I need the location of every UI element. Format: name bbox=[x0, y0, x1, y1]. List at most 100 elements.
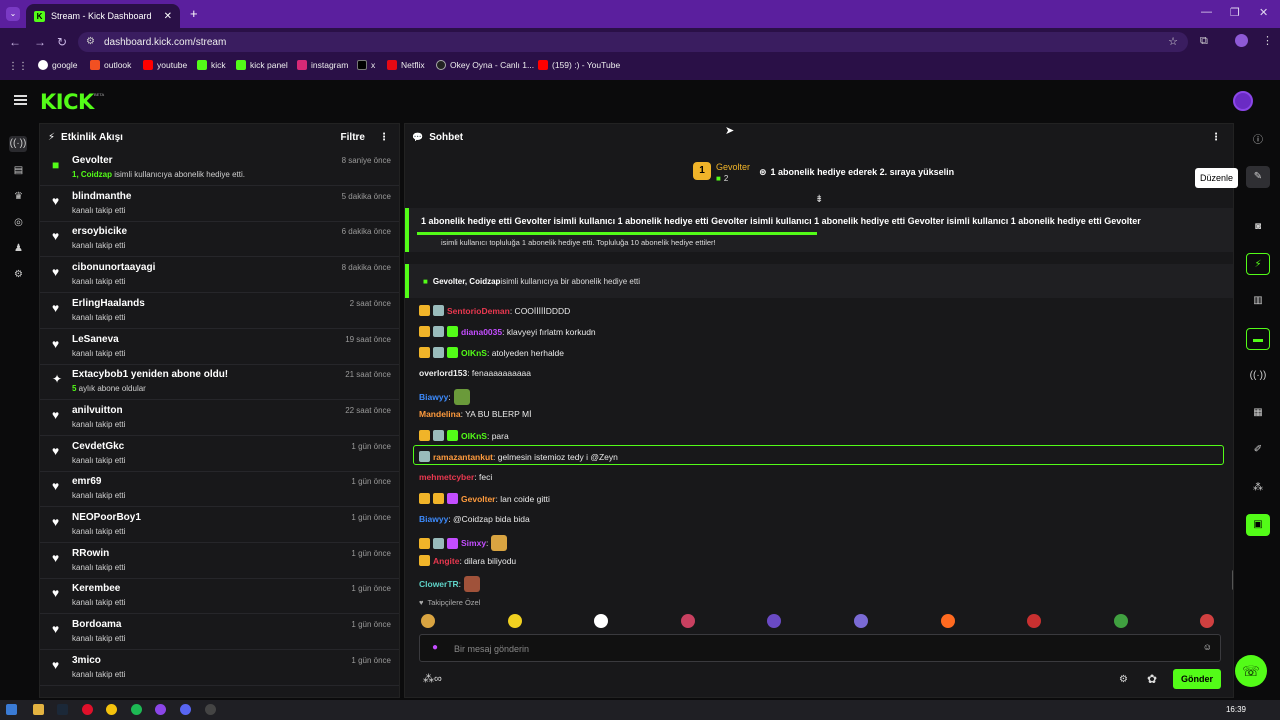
bookmark-google[interactable]: google bbox=[38, 60, 78, 70]
chat-scrollbar[interactable] bbox=[1232, 570, 1233, 590]
bookmark-x[interactable]: x bbox=[357, 60, 375, 70]
chat-username[interactable]: mehmetcyber bbox=[419, 472, 474, 482]
emote-button[interactable] bbox=[1027, 614, 1042, 628]
bookmark-instagram[interactable]: instagram bbox=[297, 60, 348, 70]
extensions-icon[interactable]: ⧉ bbox=[1200, 35, 1208, 48]
trophy-nav-icon[interactable]: ♛ bbox=[12, 190, 25, 203]
tools-icon[interactable]: ✐ bbox=[1246, 439, 1270, 461]
chat-menu-icon[interactable]: ⋮ bbox=[1211, 132, 1221, 143]
feed-item[interactable]: ♥ ersoybicike kanalı takip etti 6 dakika ön… bbox=[40, 221, 399, 258]
bookmark-star-icon[interactable]: ☆ bbox=[1168, 35, 1178, 48]
feed-item[interactable]: ♥ anilvuitton kanalı takip etti 22 saat önc… bbox=[40, 400, 399, 436]
feed-item[interactable]: ♥ cibonunortaayagi kanalı takip etti 8 daki… bbox=[40, 257, 399, 294]
app-icon[interactable] bbox=[205, 704, 216, 715]
bookmark-youtube-2[interactable]: (159) :) - YouTube bbox=[538, 60, 620, 70]
restore-icon[interactable]: ❐ bbox=[1230, 6, 1240, 19]
chat-message[interactable]: ClowerTR: bbox=[419, 576, 481, 592]
new-tab-icon[interactable]: + bbox=[190, 6, 198, 21]
hamburger-menu-icon[interactable] bbox=[14, 95, 27, 105]
send-button[interactable]: Gönder bbox=[1173, 669, 1221, 689]
chat-username[interactable]: Simxy bbox=[461, 538, 486, 548]
chrome-active-icon[interactable] bbox=[155, 704, 166, 715]
filter-button[interactable]: Filtre bbox=[341, 132, 365, 143]
chat-username[interactable]: Biawyy bbox=[419, 514, 448, 524]
feed-item[interactable]: ♥ ErlingHaalands kanalı takip etti 2 saat ö… bbox=[40, 293, 399, 329]
tab-close-icon[interactable]: ✕ bbox=[164, 11, 172, 22]
leader-name[interactable]: Gevolter bbox=[716, 162, 750, 172]
chat-message[interactable]: overlord153: fenaaaaaaaaaa bbox=[419, 368, 531, 378]
discord-icon[interactable] bbox=[180, 704, 191, 715]
bookmark-outlook[interactable]: outlook bbox=[90, 60, 131, 70]
info-icon[interactable]: ⓘ bbox=[1246, 130, 1270, 152]
feed-menu-icon[interactable]: ⋮ bbox=[379, 132, 389, 143]
gift-sub-icon[interactable]: ✿ bbox=[1147, 672, 1157, 686]
chat-toggle-icon[interactable]: ▬ bbox=[1246, 328, 1270, 350]
chrome-icon[interactable] bbox=[106, 704, 117, 715]
user-avatar[interactable] bbox=[1233, 91, 1253, 111]
chat-message[interactable]: Biawyy: @Coidzap bida bida bbox=[419, 514, 530, 524]
clapper-icon[interactable]: ▣ bbox=[1246, 514, 1270, 536]
feed-item[interactable]: ♥ RRowin kanalı takip etti 1 gün önce bbox=[40, 543, 399, 579]
bookmark-netflix[interactable]: Netflix bbox=[387, 60, 425, 70]
spotify-icon[interactable] bbox=[131, 704, 142, 715]
chat-username[interactable]: Angite bbox=[433, 556, 459, 566]
feed-item[interactable]: ✦ Extacybob1 yeniden abone oldu! 5 aylık a… bbox=[40, 364, 399, 401]
feed-item[interactable]: ♥ blindmanthe kanalı takip etti 5 dakika ön… bbox=[40, 186, 399, 222]
feed-item[interactable]: ♥ NEOPoorBoy1 kanalı takip etti 1 gün önce bbox=[40, 507, 399, 543]
chat-username[interactable]: SentorioDeman bbox=[447, 306, 510, 316]
chat-username[interactable]: ClowerTR bbox=[419, 579, 459, 589]
chat-message[interactable]: Simxy: bbox=[419, 535, 508, 551]
bookmark-youtube[interactable]: youtube bbox=[143, 60, 187, 70]
apps-icon[interactable]: ⋮⋮ bbox=[8, 61, 28, 72]
chat-settings-icon[interactable]: ⚙ bbox=[1119, 674, 1128, 685]
chat-message[interactable]: SentorioDeman: COOİİİİİDDDD bbox=[419, 305, 570, 316]
dashboard-nav-icon[interactable]: ▤ bbox=[12, 164, 25, 177]
browser-tab[interactable]: K Stream - Kick Dashboard ✕ bbox=[26, 4, 180, 28]
chat-username[interactable]: Mandelina bbox=[419, 409, 461, 419]
settings-nav-icon[interactable]: ⚙ bbox=[12, 268, 25, 281]
kick-points-icon[interactable]: ⁂∞ bbox=[423, 672, 442, 685]
emote-button[interactable] bbox=[680, 614, 695, 628]
chat-username[interactable]: Gevolter bbox=[461, 494, 496, 504]
chat-message[interactable]: Gevolter: lan coide gitti bbox=[419, 493, 550, 504]
chat-message[interactable]: mehmetcyber: feci bbox=[419, 472, 492, 482]
chat-username[interactable]: OlKnS bbox=[461, 431, 487, 441]
chat-message[interactable]: Angite: dilara biliyodu bbox=[419, 555, 516, 566]
address-bar[interactable]: dashboard.kick.com/stream ⚙ ☆ bbox=[78, 32, 1188, 52]
site-info-icon[interactable]: ⚙ bbox=[86, 36, 95, 47]
windows-start-icon[interactable] bbox=[6, 704, 17, 715]
feed-item[interactable]: ■ Gevolter 1, Coidzap isimli kullanıcıya a… bbox=[40, 150, 399, 186]
emote-button[interactable] bbox=[940, 614, 955, 628]
emote-button[interactable] bbox=[507, 614, 522, 628]
steam-icon[interactable] bbox=[57, 704, 68, 715]
opera-icon[interactable] bbox=[82, 704, 93, 715]
chat-message[interactable]: OlKnS: atolyeden herhalde bbox=[419, 347, 564, 358]
chat-username[interactable]: OlKnS bbox=[461, 348, 487, 358]
activity-toggle-icon[interactable]: ⚡ bbox=[1246, 253, 1270, 275]
chat-message[interactable]: diana0035: klavyeyi fırlatm korkudn bbox=[419, 326, 596, 337]
tab-search-icon[interactable]: ⌄ bbox=[6, 7, 20, 21]
chat-message[interactable]: OlKnS: para bbox=[419, 430, 509, 441]
chat-message[interactable]: Mandelina: YA BU BLERP Mİ bbox=[419, 409, 531, 419]
edit-pencil-icon[interactable]: ✎ bbox=[1246, 166, 1270, 188]
emote-button[interactable] bbox=[1113, 614, 1128, 628]
profile-icon[interactable] bbox=[1235, 34, 1248, 47]
browser-menu-icon[interactable]: ⋮ bbox=[1262, 34, 1273, 47]
chat-username[interactable]: overlord153 bbox=[419, 368, 467, 378]
broadcast-icon[interactable]: ((·)) bbox=[1246, 365, 1270, 387]
support-chat-icon[interactable]: ☏ bbox=[1235, 655, 1267, 687]
moderation-nav-icon[interactable]: ◎ bbox=[12, 216, 25, 229]
feed-item[interactable]: ♥ CevdetGkc kanalı takip etti 1 gün önce bbox=[40, 436, 399, 472]
emote-button[interactable] bbox=[854, 614, 868, 628]
minimize-icon[interactable]: — bbox=[1201, 6, 1212, 18]
camera-icon[interactable]: ◙ bbox=[1246, 216, 1270, 238]
community-nav-icon[interactable]: ♟ bbox=[12, 242, 25, 255]
feed-item[interactable]: ♥ emr69 kanalı takip etti 1 gün önce bbox=[40, 471, 399, 508]
emote-button[interactable] bbox=[421, 614, 435, 628]
chat-input-box[interactable]: ● Bir mesaj gönderin ☺ bbox=[419, 634, 1221, 662]
feed-item[interactable]: ♥ 3mico kanalı takip etti 1 gün önce bbox=[40, 650, 399, 686]
feed-item[interactable]: ♥ Bordoama kanalı takip etti 1 gün önce bbox=[40, 614, 399, 651]
emoji-icon[interactable]: ☺ bbox=[1203, 642, 1212, 652]
stream-nav-icon[interactable]: ((·)) bbox=[9, 136, 27, 152]
collapse-arrow-icon[interactable]: ⇟ bbox=[815, 194, 823, 205]
